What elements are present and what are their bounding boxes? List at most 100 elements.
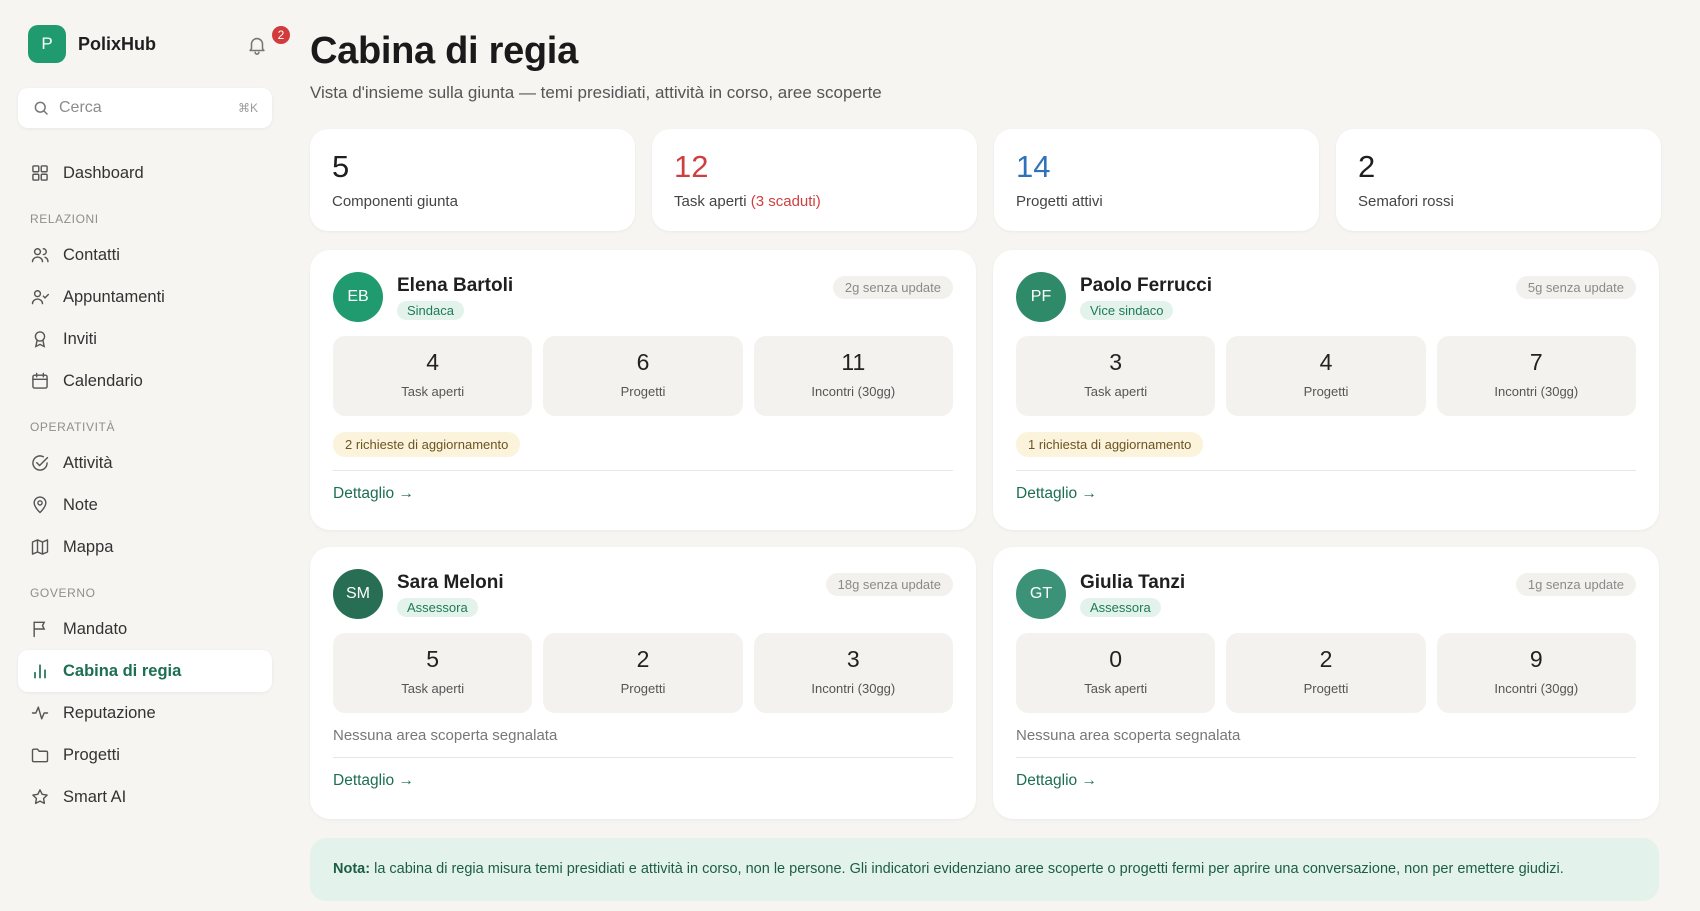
sidebar: P PolixHub 2 Cerca ⌘K Dashboard RELAZION…: [0, 0, 290, 911]
section-relazioni: RELAZIONI: [30, 212, 99, 226]
member-name: Paolo Ferrucci: [1080, 274, 1212, 296]
brand-logo[interactable]: P: [28, 25, 66, 63]
sidebar-item-label: Attività: [63, 453, 113, 472]
sidebar-item-label: Dashboard: [63, 163, 144, 182]
stat-label: Progetti: [620, 384, 666, 399]
sidebar-item-reputazione[interactable]: Reputazione: [18, 692, 272, 734]
member-header: EB Elena Bartoli Sindaca 2g senza update: [333, 272, 953, 322]
stat-value: 6: [636, 349, 650, 375]
member-card: SM Sara Meloni Assessora 18g senza updat…: [310, 547, 976, 819]
stat-label: Task aperti: [1084, 384, 1148, 399]
stat-projects: 2 Progetti: [543, 633, 743, 713]
kpi-value: 12: [674, 149, 709, 184]
sidebar-item-label: Inviti: [63, 329, 97, 348]
member-grid: EB Elena Bartoli Sindaca 2g senza update…: [310, 250, 1670, 819]
sidebar-item-mandato[interactable]: Mandato: [18, 608, 272, 650]
update-request-badge: 2 richieste di aggiornamento: [333, 432, 521, 457]
sidebar-item-smart-ai[interactable]: Smart AI: [18, 776, 272, 818]
stat-value: 2: [636, 646, 650, 672]
stat-label: Incontri (30gg): [811, 384, 896, 399]
detail-link[interactable]: Dettaglio →: [333, 772, 414, 790]
sidebar-item-cabina-di-regia[interactable]: Cabina di regia: [18, 650, 272, 692]
kpi-label: Progetti attivi: [1016, 193, 1103, 210]
users-icon: [31, 248, 49, 263]
stat-value: 4: [1319, 349, 1333, 375]
brand-name: PolixHub: [78, 33, 157, 54]
stat-label: Task aperti: [401, 681, 465, 696]
stale-badge: 2g senza update: [832, 276, 953, 299]
folder-icon: [31, 748, 49, 763]
kpi-card-progetti: 14 Progetti attivi: [994, 129, 1319, 231]
sidebar-item-label: Progetti: [63, 745, 120, 764]
update-request-badge: 1 richiesta di aggiornamento: [1016, 432, 1204, 457]
sidebar-item-appuntamenti[interactable]: Appuntamenti: [18, 276, 272, 318]
sidebar-item-contatti[interactable]: Contatti: [18, 234, 272, 276]
sidebar-item-dashboard[interactable]: Dashboard: [18, 152, 272, 194]
bell-icon[interactable]: [246, 34, 268, 56]
stat-tasks: 5 Task aperti: [333, 633, 533, 713]
stat-value: 5: [426, 646, 440, 672]
sidebar-item-mappa[interactable]: Mappa: [18, 526, 272, 568]
detail-link[interactable]: Dettaglio →: [1016, 485, 1097, 503]
star-icon: [32, 789, 48, 805]
sidebar-item-attivita[interactable]: Attività: [18, 442, 272, 484]
stale-badge: 5g senza update: [1515, 276, 1636, 299]
sidebar-item-note[interactable]: Note: [18, 484, 272, 526]
app-root: P PolixHub 2 Cerca ⌘K Dashboard RELAZION…: [0, 0, 1700, 911]
sidebar-item-inviti[interactable]: Inviti: [18, 318, 272, 360]
kpi-overdue: (3 scaduti): [750, 193, 821, 210]
note-prefix: Nota:: [333, 861, 371, 877]
map-icon: [31, 539, 49, 555]
search-shortcut: ⌘K: [237, 101, 258, 115]
stat-label: Incontri (30gg): [811, 681, 896, 696]
member-header: GT Giulia Tanzi Assessora 1g senza updat…: [1016, 569, 1636, 619]
stat-value: 11: [841, 349, 866, 375]
kpi-label: Semafori rossi: [1358, 193, 1454, 210]
kpi-label-row: Task aperti (3 scaduti): [674, 193, 955, 210]
sidebar-item-progetti[interactable]: Progetti: [18, 734, 272, 776]
sidebar-nav: Dashboard RELAZIONI Contatti Appuntament…: [18, 152, 272, 818]
kpi-label: Task aperti: [674, 193, 747, 210]
sidebar-item-calendario[interactable]: Calendario: [18, 360, 272, 402]
user-check-icon: [31, 290, 50, 305]
stat-label: Progetti: [620, 681, 666, 696]
member-header: SM Sara Meloni Assessora 18g senza updat…: [333, 569, 953, 619]
member-header: PF Paolo Ferrucci Vice sindaco 5g senza …: [1016, 272, 1636, 322]
member-name: Elena Bartoli: [397, 274, 514, 296]
sidebar-item-label: Contatti: [63, 245, 120, 264]
divider: [333, 757, 953, 758]
no-gap-text: Nessuna area scoperta segnalata: [1016, 727, 1241, 744]
stat-label: Progetti: [1303, 681, 1349, 696]
divider: [1016, 757, 1636, 758]
detail-link[interactable]: Dettaglio →: [1016, 772, 1097, 790]
sidebar-item-label: Calendario: [63, 371, 143, 390]
avatar: EB: [333, 272, 383, 322]
kpi-label: Componenti giunta: [332, 193, 458, 210]
search-icon: [34, 101, 48, 115]
sidebar-item-label: Note: [63, 495, 98, 514]
stat-projects: 6 Progetti: [543, 336, 743, 416]
bar-chart-icon: [34, 664, 46, 679]
section-governo: GOVERNO: [30, 586, 96, 600]
kpi-card-componenti: 5 Componenti giunta: [310, 129, 635, 231]
member-card: PF Paolo Ferrucci Vice sindaco 5g senza …: [993, 250, 1659, 530]
stat-tasks: 4 Task aperti: [333, 336, 533, 416]
sidebar-item-label: Cabina di regia: [63, 661, 182, 680]
page-title: Cabina di regia: [310, 30, 578, 72]
map-pin-icon: [33, 496, 47, 514]
member-stats: 4 Task aperti 6 Progetti 11 Incontri (30gg): [333, 336, 953, 416]
stat-value: 4: [426, 349, 440, 375]
detail-link[interactable]: Dettaglio →: [333, 485, 414, 503]
role-badge: Assessora: [1080, 597, 1161, 617]
stat-value: 0: [1109, 646, 1123, 672]
role-badge: Vice sindaco: [1080, 300, 1174, 320]
sidebar-item-label: Reputazione: [63, 703, 156, 722]
activity-icon: [31, 706, 49, 720]
grid-icon: [32, 165, 48, 181]
main-content: Cabina di regia Vista d'insieme sulla gi…: [290, 0, 1700, 911]
stat-tasks: 3 Task aperti: [1016, 336, 1216, 416]
search-input[interactable]: Cerca ⌘K: [18, 88, 272, 128]
avatar: GT: [1016, 569, 1066, 619]
member-info: Sara Meloni Assessora: [397, 572, 504, 617]
stat-label: Task aperti: [1084, 681, 1148, 696]
